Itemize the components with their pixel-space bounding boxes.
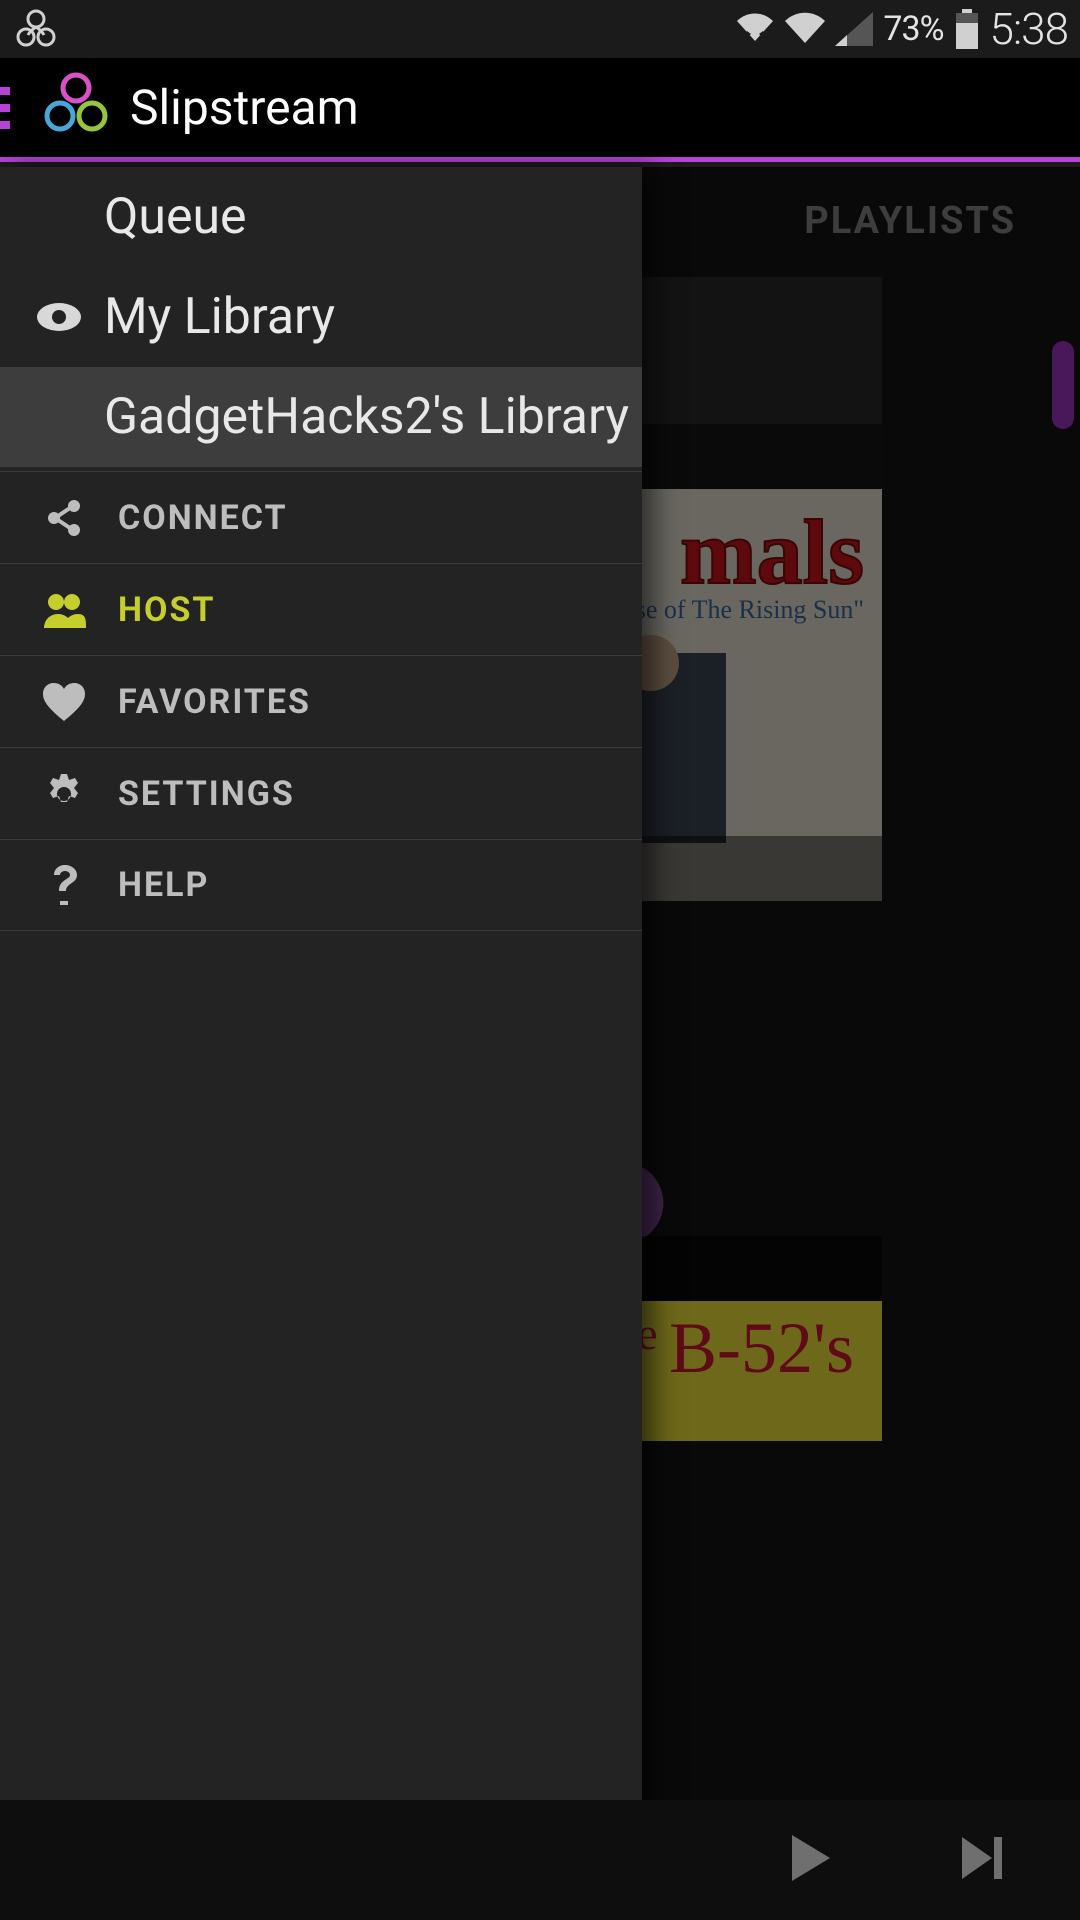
drawer-label: GadgetHacks2's Library: [104, 388, 629, 446]
triskelion-notif-icon: [12, 5, 60, 53]
wifi-sync-icon: [735, 11, 775, 47]
gear-icon: [40, 774, 88, 814]
drawer-label: My Library: [104, 288, 335, 346]
battery-icon: [954, 9, 980, 49]
next-track-button[interactable]: [956, 1831, 1010, 1889]
drawer-label: SETTINGS: [118, 774, 295, 814]
scrollbar-thumb[interactable]: [1052, 341, 1074, 429]
app-title: Slipstream: [130, 79, 359, 136]
battery-percent: 73%: [883, 9, 943, 49]
heart-icon: [40, 683, 88, 721]
wifi-icon: [785, 11, 825, 47]
drawer-item-queue[interactable]: Queue: [0, 167, 642, 267]
drawer-label: Queue: [104, 188, 247, 246]
navigation-drawer: Queue My Library GadgetHacks2's Library …: [0, 167, 642, 1920]
android-status-bar: 73% 5:38: [0, 0, 1080, 58]
question-icon: [40, 865, 88, 905]
tab-playlists[interactable]: PLAYLISTS: [804, 199, 1016, 243]
drawer-label: HOST: [118, 590, 215, 630]
people-icon: [40, 592, 88, 628]
drawer-item-host[interactable]: HOST: [0, 563, 642, 655]
play-button[interactable]: [782, 1831, 836, 1889]
drawer-item-help[interactable]: HELP: [0, 839, 642, 931]
drawer-item-connect[interactable]: CONNECT: [0, 471, 642, 563]
menu-toggle-icon[interactable]: [0, 87, 10, 129]
drawer-item-settings[interactable]: SETTINGS: [0, 747, 642, 839]
drawer-label: HELP: [118, 865, 209, 905]
album-cover-text: mals: [680, 499, 864, 605]
drawer-item-favorites[interactable]: FAVORITES: [0, 655, 642, 747]
share-icon: [40, 498, 88, 538]
app-logo-icon: [40, 70, 112, 146]
drawer-label: FAVORITES: [118, 682, 311, 722]
album-cover-text: e B-52's: [637, 1307, 854, 1390]
player-bar: [0, 1800, 1080, 1920]
signal-icon: [835, 12, 873, 46]
drawer-item-my-library[interactable]: My Library: [0, 267, 642, 367]
drawer-label: CONNECT: [118, 498, 288, 538]
app-header: Slipstream: [0, 58, 1080, 162]
status-clock: 5:38: [990, 3, 1068, 55]
eye-icon: [36, 303, 82, 331]
drawer-item-external-library[interactable]: GadgetHacks2's Library: [0, 367, 642, 467]
